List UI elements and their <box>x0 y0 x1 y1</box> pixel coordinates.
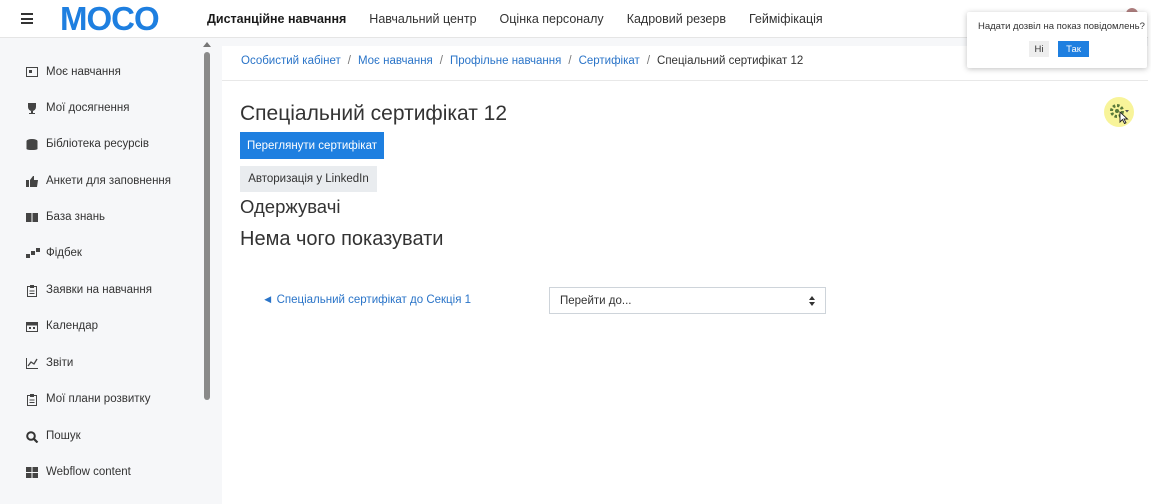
sidebar-item-label: Мої досягнення <box>46 102 130 114</box>
jump-to-label: Перейти до... <box>560 294 632 307</box>
nav-gamification[interactable]: Гейміфікація <box>749 12 823 26</box>
scroll-up-arrow-icon[interactable] <box>203 42 211 47</box>
sidebar-item-reports[interactable]: Звіти <box>26 353 73 373</box>
sidebar-item-label: Заявки на навчання <box>46 284 152 296</box>
breadcrumb-link[interactable]: Особистий кабінет <box>241 55 341 67</box>
sidebar-item-label: Моє навчання <box>46 66 121 78</box>
view-certificate-button[interactable]: Переглянути сертифікат <box>240 132 384 159</box>
search-icon <box>26 430 39 443</box>
settings-gear-icon[interactable] <box>1104 97 1134 127</box>
calendar-icon <box>26 321 39 332</box>
recipients-heading: Одержувачі <box>240 196 341 217</box>
clipboard-icon <box>26 393 39 406</box>
sidebar-item-training-requests[interactable]: Заявки на навчання <box>26 280 152 300</box>
nav-distance-learning[interactable]: Дистанційне навчання <box>207 12 346 26</box>
sidebar-item-achievements[interactable]: Мої досягнення <box>26 98 129 118</box>
logo-text: MOCO <box>60 3 159 35</box>
notification-text: Надати дозвіл на показ повідомлень? <box>978 21 1145 32</box>
chart-icon <box>26 357 39 369</box>
hamburger-menu-icon[interactable] <box>21 13 33 24</box>
main-nav: Дистанційне навчання Навчальний центр Оц… <box>207 0 846 38</box>
sidebar-item-label: База знань <box>46 211 106 223</box>
sidebar-item-feedback[interactable]: Фідбек <box>26 243 82 263</box>
sidebar-item-label: Webflow content <box>46 466 131 478</box>
empty-message: Нема чого показувати <box>240 228 444 250</box>
sidebar-item-webflow-content[interactable]: Webflow content <box>26 462 131 482</box>
deny-button[interactable]: Ні <box>1029 41 1049 57</box>
breadcrumb-link[interactable]: Сертифікат <box>579 55 640 67</box>
clipboard-icon <box>26 284 39 297</box>
jump-to-select[interactable]: Перейти до... <box>549 287 826 314</box>
my-learning-icon <box>26 66 39 78</box>
nav-training-center[interactable]: Навчальний центр <box>369 12 476 26</box>
sidebar-item-label: Звіти <box>46 357 74 369</box>
sidebar-scrollbar[interactable] <box>204 52 210 400</box>
sidebar-item-development-plans[interactable]: Мої плани розвитку <box>26 389 150 409</box>
grid-icon <box>26 466 39 478</box>
sidebar-item-calendar[interactable]: Календар <box>26 316 98 336</box>
divider <box>222 80 1151 81</box>
sidebar-item-label: Анкети для заповнення <box>46 175 172 187</box>
notification-permission-popup: Надати дозвіл на показ повідомлень? Ні Т… <box>967 12 1147 68</box>
breadcrumb: Особистий кабінет / Моє навчання / Профі… <box>241 55 804 67</box>
thumbs-up-icon <box>26 175 39 187</box>
sidebar-item-label: Календар <box>46 320 99 332</box>
linkedin-auth-button[interactable]: Авторизація у LinkedIn <box>240 166 377 192</box>
sidebar-item-my-learning[interactable]: Моє навчання <box>26 62 121 82</box>
breadcrumb-link[interactable]: Моє навчання <box>358 55 433 67</box>
logo[interactable]: MOCO <box>60 0 182 40</box>
sidebar-item-label: Фідбек <box>46 247 82 259</box>
sidebar-item-label: Пошук <box>46 430 81 442</box>
select-arrows-icon <box>809 296 815 306</box>
sidebar-item-search[interactable]: Пошук <box>26 426 81 446</box>
sidebar-item-label: Мої плани розвитку <box>46 393 151 405</box>
breadcrumb-link[interactable]: Профільне навчання <box>450 55 561 67</box>
database-icon <box>26 138 39 150</box>
allow-button[interactable]: Так <box>1058 41 1089 57</box>
breadcrumb-current: Спеціальний сертифікат 12 <box>657 55 804 67</box>
page-title: Спеціальний сертифікат 12 <box>240 102 508 125</box>
trophy-icon <box>26 102 39 114</box>
nav-staff-evaluation[interactable]: Оцінка персоналу <box>500 12 604 26</box>
sidebar-item-knowledge-base[interactable]: База знань <box>26 207 105 227</box>
feedback-icon <box>26 247 40 259</box>
sidebar-item-resource-library[interactable]: Бібліотека ресурсів <box>26 134 149 154</box>
nav-talent-pool[interactable]: Кадровий резерв <box>627 12 726 26</box>
sidebar-item-label: Бібліотека ресурсів <box>46 138 149 150</box>
previous-activity-link[interactable]: ◄ Спеціальний сертифікат до Секція 1 <box>262 294 471 306</box>
sidebar-item-questionnaires[interactable]: Анкети для заповнення <box>26 171 171 191</box>
book-icon <box>26 212 39 223</box>
